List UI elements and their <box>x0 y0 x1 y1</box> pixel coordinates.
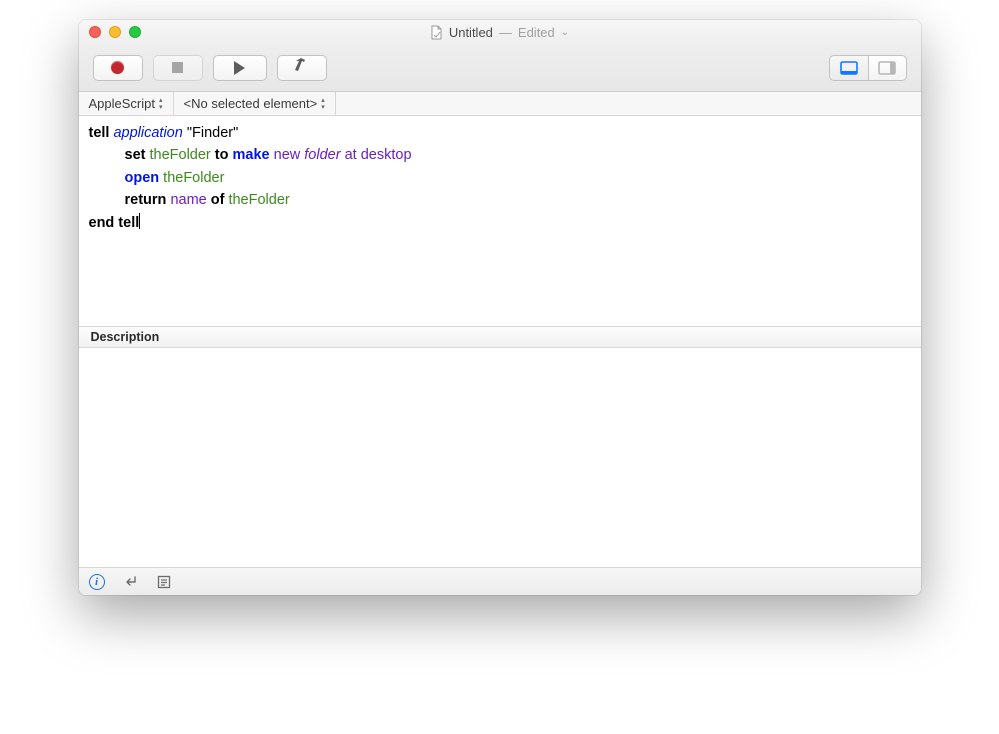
element-label: <No selected element> <box>184 96 318 111</box>
kw-set: set <box>125 147 146 163</box>
traffic-lights <box>89 26 141 38</box>
description-body[interactable] <box>79 348 921 567</box>
title-separator: — <box>499 25 512 40</box>
class-folder: folder <box>304 147 340 163</box>
text-cursor <box>139 213 140 229</box>
language-popup[interactable]: AppleScript ▴▾ <box>79 92 174 115</box>
kw-make: make <box>233 147 270 163</box>
stop-icon <box>172 62 183 73</box>
language-label: AppleScript <box>89 96 155 111</box>
log-icon <box>157 575 171 589</box>
stepper-icon: ▴▾ <box>321 97 325 111</box>
log-button[interactable] <box>157 575 171 589</box>
navigation-bar: AppleScript ▴▾ <No selected element> ▴▾ <box>79 92 921 116</box>
code-line-2: set theFolder to make new folder at desk… <box>125 144 911 166</box>
view-toggle <box>829 55 907 81</box>
titlebar[interactable]: Untitled — Edited ⌄ <box>79 20 921 44</box>
document-icon <box>430 25 443 40</box>
kw-to: to <box>215 147 229 163</box>
kw-tell: tell <box>89 125 110 141</box>
description-header[interactable]: Description <box>79 326 921 348</box>
code-line-5: end tell <box>89 212 911 234</box>
info-button[interactable]: i <box>89 574 105 590</box>
record-icon <box>111 61 124 74</box>
window-title: Untitled — Edited ⌄ <box>79 25 921 40</box>
prop-desktop: desktop <box>361 147 412 163</box>
return-icon <box>123 575 139 589</box>
kw-return: return <box>125 192 167 208</box>
result-button[interactable] <box>123 575 139 589</box>
zoom-button[interactable] <box>129 26 141 38</box>
kw-new: new <box>274 147 301 163</box>
run-button[interactable] <box>213 55 267 81</box>
kw-at: at <box>345 147 357 163</box>
close-button[interactable] <box>89 26 101 38</box>
kw-open: open <box>125 170 160 186</box>
stop-button[interactable] <box>153 55 203 81</box>
stepper-icon: ▴▾ <box>159 97 163 111</box>
code-line-1: tell application "Finder" <box>89 122 911 144</box>
prop-name: name <box>170 192 206 208</box>
code-line-4: return name of theFolder <box>125 189 911 211</box>
play-icon <box>234 61 245 75</box>
code-editor[interactable]: tell application "Finder"set theFolder t… <box>79 116 921 326</box>
editor-view-icon <box>840 61 858 75</box>
split-view-icon <box>878 61 896 75</box>
element-popup[interactable]: <No selected element> ▴▾ <box>174 92 336 115</box>
description-label: Description <box>91 330 160 344</box>
var-thefolder: theFolder <box>163 170 224 186</box>
compile-button[interactable] <box>277 55 327 81</box>
hammer-icon <box>293 57 311 78</box>
status-bar: i <box>79 567 921 595</box>
kw-of: of <box>211 192 225 208</box>
chevron-down-icon: ⌄ <box>561 27 569 38</box>
script-editor-window: Untitled — Edited ⌄ <box>79 20 921 595</box>
string-finder: "Finder" <box>187 125 238 141</box>
minimize-button[interactable] <box>109 26 121 38</box>
info-icon: i <box>95 576 98 588</box>
var-thefolder: theFolder <box>150 147 211 163</box>
document-state: Edited <box>518 25 555 40</box>
split-view-button[interactable] <box>868 56 906 80</box>
kw-application: application <box>113 125 182 141</box>
navbar-spacer <box>336 92 921 115</box>
record-button[interactable] <box>93 55 143 81</box>
document-name: Untitled <box>449 25 493 40</box>
toolbar <box>79 44 921 92</box>
kw-end-tell: end tell <box>89 215 140 231</box>
var-thefolder: theFolder <box>228 192 289 208</box>
code-line-3: open theFolder <box>125 167 911 189</box>
editor-view-button[interactable] <box>830 56 868 80</box>
